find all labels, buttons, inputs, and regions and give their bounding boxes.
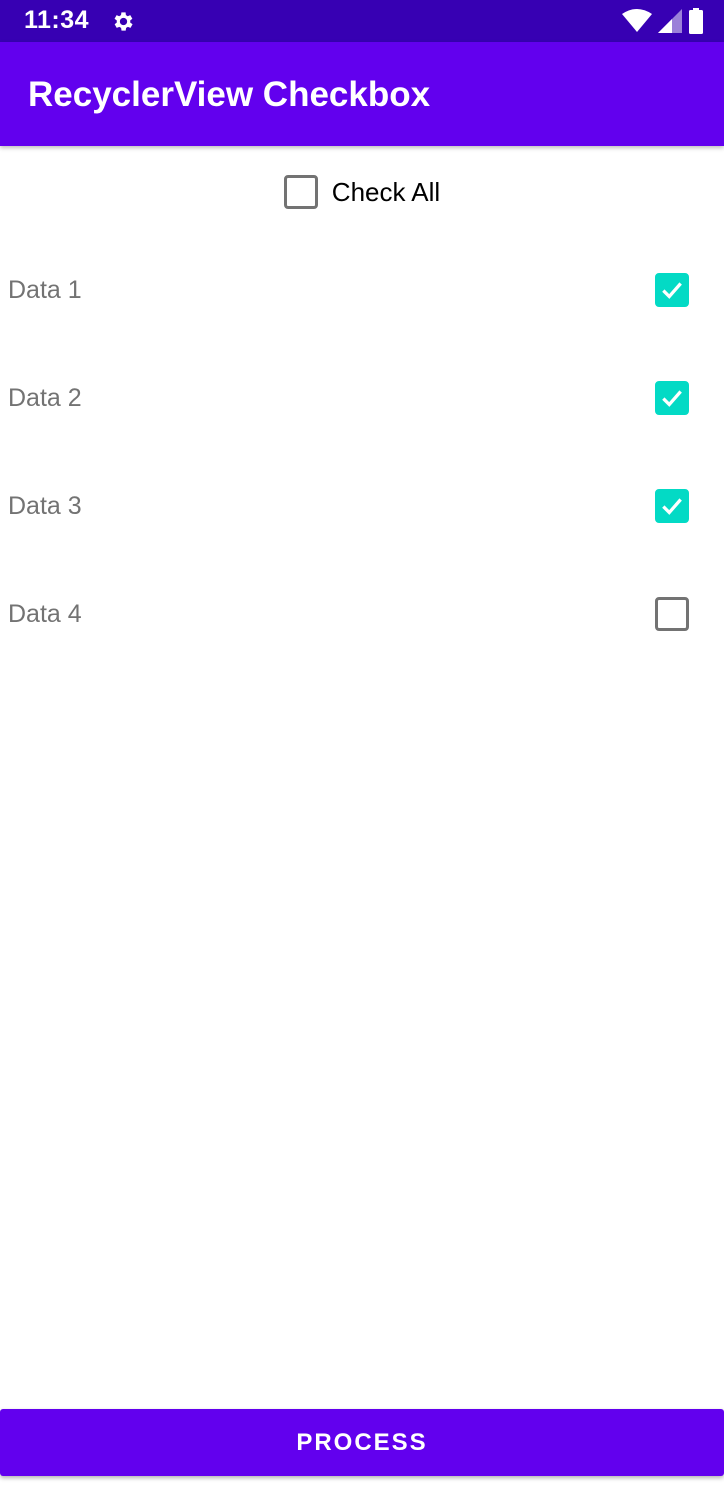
battery-icon xyxy=(689,8,703,34)
status-time: 11:34 xyxy=(24,6,90,34)
settings-icon xyxy=(114,12,133,31)
item-checkbox[interactable] xyxy=(655,489,689,523)
list-item: Data 1 xyxy=(0,236,724,344)
item-label: Data 2 xyxy=(8,384,82,412)
item-checkbox[interactable] xyxy=(655,597,689,631)
check-all-checkbox[interactable]: Check All xyxy=(0,160,724,224)
status-icons xyxy=(622,8,704,34)
cell-signal-icon xyxy=(658,9,682,33)
item-label: Data 3 xyxy=(8,492,82,520)
status-bar: 11:34 xyxy=(0,0,724,42)
list-item: Data 4 xyxy=(0,560,724,668)
item-label: Data 4 xyxy=(8,600,82,628)
item-checkbox[interactable] xyxy=(655,273,689,307)
process-button[interactable]: PROCESS xyxy=(0,1409,724,1476)
check-icon xyxy=(662,282,682,299)
check-all-box-icon[interactable] xyxy=(283,175,318,209)
app-bar: RecyclerView Checkbox xyxy=(0,42,724,146)
item-list: Data 1 Data 2 Data 3 Data 4 xyxy=(0,236,724,668)
item-label: Data 1 xyxy=(8,276,82,304)
check-icon xyxy=(662,498,682,515)
app-title: RecyclerView Checkbox xyxy=(28,75,431,114)
check-icon xyxy=(662,390,682,407)
item-checkbox[interactable] xyxy=(655,381,689,415)
wifi-icon xyxy=(622,9,652,32)
check-all-label: Check All xyxy=(331,176,441,207)
list-item: Data 2 xyxy=(0,344,724,452)
list-item: Data 3 xyxy=(0,452,724,560)
